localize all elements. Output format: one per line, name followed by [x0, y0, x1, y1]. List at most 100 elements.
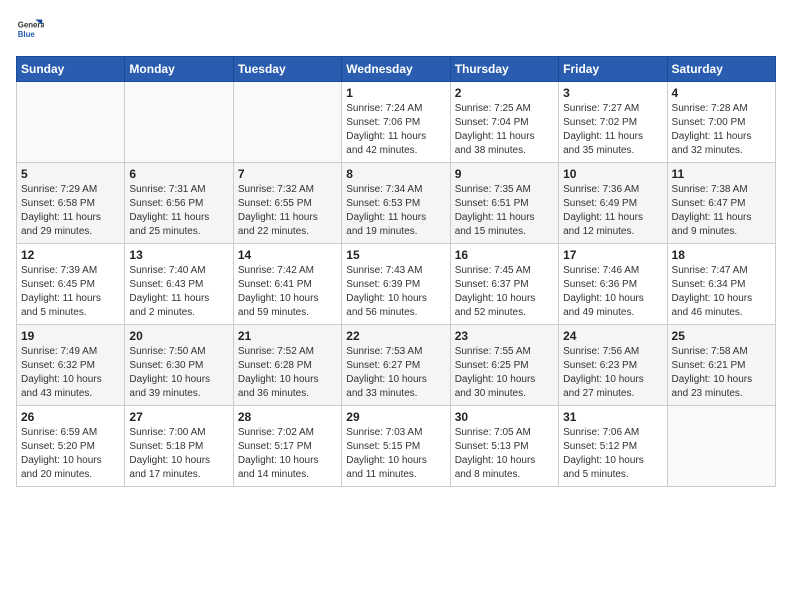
- calendar-cell: 4 Sunrise: 7:28 AM Sunset: 7:00 PM Daylig…: [667, 82, 775, 163]
- calendar-cell: 30 Sunrise: 7:05 AM Sunset: 5:13 PM Dayli…: [450, 406, 558, 487]
- weekday-header-row: SundayMondayTuesdayWednesdayThursdayFrid…: [17, 57, 776, 82]
- day-number: 19: [21, 329, 120, 343]
- day-number: 3: [563, 86, 662, 100]
- day-info: Sunrise: 7:43 AM Sunset: 6:39 PM Dayligh…: [346, 264, 445, 320]
- day-info: Sunrise: 7:40 AM Sunset: 6:43 PM Dayligh…: [129, 264, 228, 320]
- day-number: 29: [346, 410, 445, 424]
- day-info: Sunrise: 6:59 AM Sunset: 5:20 PM Dayligh…: [21, 426, 120, 482]
- calendar-cell: 27 Sunrise: 7:00 AM Sunset: 5:18 PM Dayli…: [125, 406, 233, 487]
- calendar-cell: 18 Sunrise: 7:47 AM Sunset: 6:34 PM Dayli…: [667, 244, 775, 325]
- day-info: Sunrise: 7:58 AM Sunset: 6:21 PM Dayligh…: [672, 345, 771, 401]
- day-info: Sunrise: 7:27 AM Sunset: 7:02 PM Dayligh…: [563, 102, 662, 158]
- day-number: 4: [672, 86, 771, 100]
- weekday-header-wednesday: Wednesday: [342, 57, 450, 82]
- day-number: 18: [672, 248, 771, 262]
- calendar-table: SundayMondayTuesdayWednesdayThursdayFrid…: [16, 56, 776, 487]
- day-info: Sunrise: 7:00 AM Sunset: 5:18 PM Dayligh…: [129, 426, 228, 482]
- day-info: Sunrise: 7:45 AM Sunset: 6:37 PM Dayligh…: [455, 264, 554, 320]
- day-number: 14: [238, 248, 337, 262]
- calendar-cell: [125, 82, 233, 163]
- weekday-header-saturday: Saturday: [667, 57, 775, 82]
- day-info: Sunrise: 7:52 AM Sunset: 6:28 PM Dayligh…: [238, 345, 337, 401]
- day-info: Sunrise: 7:03 AM Sunset: 5:15 PM Dayligh…: [346, 426, 445, 482]
- calendar-cell: 9 Sunrise: 7:35 AM Sunset: 6:51 PM Daylig…: [450, 163, 558, 244]
- calendar-cell: 17 Sunrise: 7:46 AM Sunset: 6:36 PM Dayli…: [559, 244, 667, 325]
- day-info: Sunrise: 7:02 AM Sunset: 5:17 PM Dayligh…: [238, 426, 337, 482]
- day-info: Sunrise: 7:29 AM Sunset: 6:58 PM Dayligh…: [21, 183, 120, 239]
- day-info: Sunrise: 7:24 AM Sunset: 7:06 PM Dayligh…: [346, 102, 445, 158]
- page-header: General Blue: [16, 16, 776, 44]
- calendar-cell: 26 Sunrise: 6:59 AM Sunset: 5:20 PM Dayli…: [17, 406, 125, 487]
- calendar-cell: 8Sunrise: 7:34 AM Sunset: 6:53 PM Daylig…: [342, 163, 450, 244]
- day-info: Sunrise: 7:31 AM Sunset: 6:56 PM Dayligh…: [129, 183, 228, 239]
- day-number: 17: [563, 248, 662, 262]
- day-info: Sunrise: 7:25 AM Sunset: 7:04 PM Dayligh…: [455, 102, 554, 158]
- day-number: 2: [455, 86, 554, 100]
- day-info: Sunrise: 7:36 AM Sunset: 6:49 PM Dayligh…: [563, 183, 662, 239]
- calendar-cell: 14 Sunrise: 7:42 AM Sunset: 6:41 PM Dayli…: [233, 244, 341, 325]
- calendar-cell: 13 Sunrise: 7:40 AM Sunset: 6:43 PM Dayli…: [125, 244, 233, 325]
- day-info: Sunrise: 7:46 AM Sunset: 6:36 PM Dayligh…: [563, 264, 662, 320]
- day-number: 15: [346, 248, 445, 262]
- calendar-cell: [667, 406, 775, 487]
- day-info: Sunrise: 7:47 AM Sunset: 6:34 PM Dayligh…: [672, 264, 771, 320]
- day-number: 27: [129, 410, 228, 424]
- day-number: 8: [346, 167, 445, 181]
- day-info: Sunrise: 7:32 AM Sunset: 6:55 PM Dayligh…: [238, 183, 337, 239]
- day-number: 13: [129, 248, 228, 262]
- day-number: 10: [563, 167, 662, 181]
- day-number: 16: [455, 248, 554, 262]
- logo-icon: General Blue: [16, 16, 44, 44]
- calendar-cell: 5 Sunrise: 7:29 AM Sunset: 6:58 PM Daylig…: [17, 163, 125, 244]
- day-number: 6: [129, 167, 228, 181]
- day-info: Sunrise: 7:50 AM Sunset: 6:30 PM Dayligh…: [129, 345, 228, 401]
- calendar-cell: 31Sunrise: 7:06 AM Sunset: 5:12 PM Dayli…: [559, 406, 667, 487]
- calendar-cell: 12 Sunrise: 7:39 AM Sunset: 6:45 PM Dayli…: [17, 244, 125, 325]
- day-number: 9: [455, 167, 554, 181]
- day-number: 12: [21, 248, 120, 262]
- calendar-cell: 16 Sunrise: 7:45 AM Sunset: 6:37 PM Dayli…: [450, 244, 558, 325]
- day-info: Sunrise: 7:38 AM Sunset: 6:47 PM Dayligh…: [672, 183, 771, 239]
- day-number: 11: [672, 167, 771, 181]
- calendar-cell: [233, 82, 341, 163]
- day-number: 26: [21, 410, 120, 424]
- day-number: 20: [129, 329, 228, 343]
- svg-text:Blue: Blue: [18, 30, 36, 39]
- weekday-header-friday: Friday: [559, 57, 667, 82]
- logo: General Blue: [16, 16, 44, 44]
- day-number: 30: [455, 410, 554, 424]
- day-info: Sunrise: 7:53 AM Sunset: 6:27 PM Dayligh…: [346, 345, 445, 401]
- calendar-cell: 29 Sunrise: 7:03 AM Sunset: 5:15 PM Dayli…: [342, 406, 450, 487]
- day-info: Sunrise: 7:42 AM Sunset: 6:41 PM Dayligh…: [238, 264, 337, 320]
- calendar-cell: 3 Sunrise: 7:27 AM Sunset: 7:02 PM Daylig…: [559, 82, 667, 163]
- calendar-cell: 20 Sunrise: 7:50 AM Sunset: 6:30 PM Dayli…: [125, 325, 233, 406]
- calendar-cell: 25Sunrise: 7:58 AM Sunset: 6:21 PM Dayli…: [667, 325, 775, 406]
- day-number: 5: [21, 167, 120, 181]
- weekday-header-tuesday: Tuesday: [233, 57, 341, 82]
- calendar-cell: 7 Sunrise: 7:32 AM Sunset: 6:55 PM Daylig…: [233, 163, 341, 244]
- calendar-week-row: 12 Sunrise: 7:39 AM Sunset: 6:45 PM Dayli…: [17, 244, 776, 325]
- calendar-cell: 6 Sunrise: 7:31 AM Sunset: 6:56 PM Daylig…: [125, 163, 233, 244]
- weekday-header-sunday: Sunday: [17, 57, 125, 82]
- calendar-cell: 2 Sunrise: 7:25 AM Sunset: 7:04 PM Daylig…: [450, 82, 558, 163]
- calendar-cell: 28 Sunrise: 7:02 AM Sunset: 5:17 PM Dayli…: [233, 406, 341, 487]
- day-info: Sunrise: 7:49 AM Sunset: 6:32 PM Dayligh…: [21, 345, 120, 401]
- day-info: Sunrise: 7:55 AM Sunset: 6:25 PM Dayligh…: [455, 345, 554, 401]
- day-number: 28: [238, 410, 337, 424]
- day-info: Sunrise: 7:28 AM Sunset: 7:00 PM Dayligh…: [672, 102, 771, 158]
- day-info: Sunrise: 7:35 AM Sunset: 6:51 PM Dayligh…: [455, 183, 554, 239]
- calendar-week-row: 19 Sunrise: 7:49 AM Sunset: 6:32 PM Dayli…: [17, 325, 776, 406]
- calendar-cell: 21Sunrise: 7:52 AM Sunset: 6:28 PM Dayli…: [233, 325, 341, 406]
- calendar-cell: 23 Sunrise: 7:55 AM Sunset: 6:25 PM Dayli…: [450, 325, 558, 406]
- day-number: 23: [455, 329, 554, 343]
- calendar-week-row: 26 Sunrise: 6:59 AM Sunset: 5:20 PM Dayli…: [17, 406, 776, 487]
- day-info: Sunrise: 7:39 AM Sunset: 6:45 PM Dayligh…: [21, 264, 120, 320]
- day-number: 31: [563, 410, 662, 424]
- calendar-week-row: 5 Sunrise: 7:29 AM Sunset: 6:58 PM Daylig…: [17, 163, 776, 244]
- calendar-cell: 19 Sunrise: 7:49 AM Sunset: 6:32 PM Dayli…: [17, 325, 125, 406]
- day-number: 24: [563, 329, 662, 343]
- day-number: 7: [238, 167, 337, 181]
- calendar-cell: 22Sunrise: 7:53 AM Sunset: 6:27 PM Dayli…: [342, 325, 450, 406]
- calendar-cell: 10 Sunrise: 7:36 AM Sunset: 6:49 PM Dayli…: [559, 163, 667, 244]
- day-info: Sunrise: 7:05 AM Sunset: 5:13 PM Dayligh…: [455, 426, 554, 482]
